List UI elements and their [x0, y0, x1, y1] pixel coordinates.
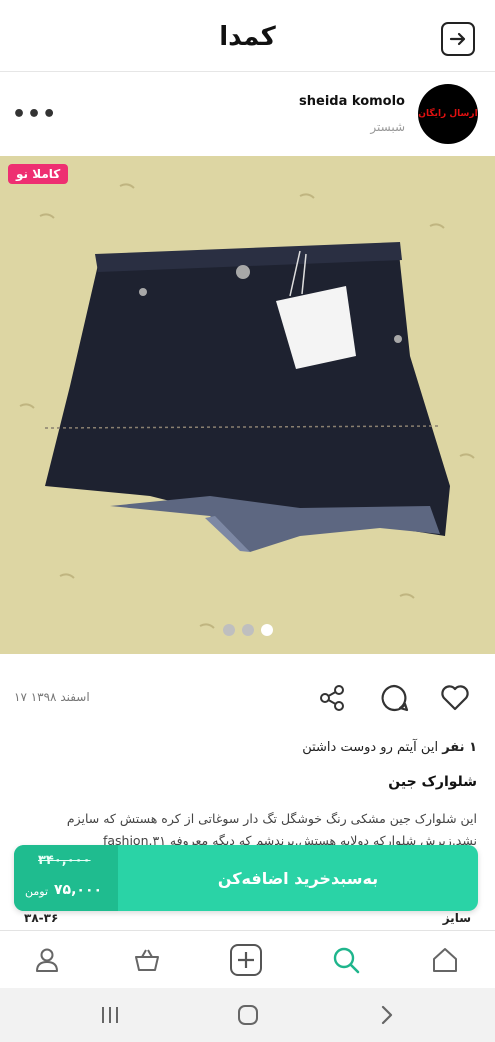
seller-avatar[interactable]: ارسال رایگان [418, 84, 478, 144]
nav-basket[interactable] [130, 943, 164, 977]
recent-apps-button[interactable] [95, 1002, 125, 1028]
back-chevron-icon [381, 1005, 393, 1025]
arrow-right-in-box-icon [449, 32, 466, 46]
add-to-cart-button[interactable]: به‌سبد‌خرید اضافه‌کن [118, 845, 478, 911]
size-row: ۳۸-۳۶ سایز [0, 908, 495, 932]
add-item-icon [230, 944, 262, 976]
search-icon [333, 947, 360, 974]
nav-search[interactable] [329, 943, 363, 977]
seller-name[interactable]: sheida komolo [299, 94, 405, 109]
product-title: شلوارک جین [388, 774, 477, 790]
post-date: ۱۷ اسفند ۱۳۹۸ [14, 690, 90, 704]
top-header: کمدا [0, 0, 495, 72]
pagination-dot[interactable] [222, 624, 235, 636]
bottom-nav [0, 930, 495, 988]
price-box: ۳۴۰,۰۰۰ ۷۵,۰۰۰ تومن [14, 845, 118, 911]
app-logo: کمدا [219, 22, 276, 52]
basket-icon [135, 949, 159, 971]
add-to-cart-bar[interactable]: ۳۴۰,۰۰۰ ۷۵,۰۰۰ تومن به‌سبد‌خرید اضافه‌کن [14, 845, 478, 911]
likes-count[interactable]: ۱ نفر [442, 740, 477, 755]
likes-line: ۱ نفر این آیتم رو دوست داشتن [302, 740, 477, 755]
more-dots-icon[interactable]: ••• [12, 102, 57, 127]
size-label: سایز [442, 911, 471, 925]
nav-add-item[interactable] [229, 943, 263, 977]
image-pagination [0, 624, 495, 636]
system-home-button[interactable] [233, 1002, 263, 1028]
seller-row: ••• sheida komolo شبستر ارسال رایگان [0, 72, 495, 156]
old-price: ۳۴۰,۰۰۰ [38, 853, 91, 868]
share-icon[interactable] [316, 682, 348, 714]
heart-icon[interactable] [439, 682, 471, 714]
home-icon [433, 948, 457, 972]
avatar-text: ارسال رایگان [418, 108, 478, 119]
system-nav-bar [0, 988, 495, 1042]
nav-profile[interactable] [30, 943, 64, 977]
condition-badge: کاملا نو [8, 164, 69, 184]
actions-row: ۱۷ اسفند ۱۳۹۸ [0, 676, 495, 724]
nav-home[interactable] [428, 943, 462, 977]
profile-icon [36, 948, 58, 972]
home-button-icon [238, 1005, 258, 1025]
size-value: ۳۸-۳۶ [24, 911, 59, 925]
likes-text: این آیتم رو دوست داشتن [302, 740, 439, 755]
product-image[interactable]: کاملا نو [0, 156, 495, 654]
system-back-button[interactable] [372, 1002, 402, 1028]
pagination-dot-active[interactable] [260, 624, 273, 636]
seller-city: شبستر [370, 120, 405, 134]
shorts-photo [19, 183, 475, 629]
comment-icon[interactable] [378, 682, 410, 714]
currency-label: تومن [25, 885, 49, 898]
recent-apps-icon [102, 1007, 118, 1023]
pagination-dot[interactable] [241, 624, 254, 636]
back-button[interactable] [441, 22, 475, 56]
new-price: ۷۵,۰۰۰ [54, 882, 103, 898]
